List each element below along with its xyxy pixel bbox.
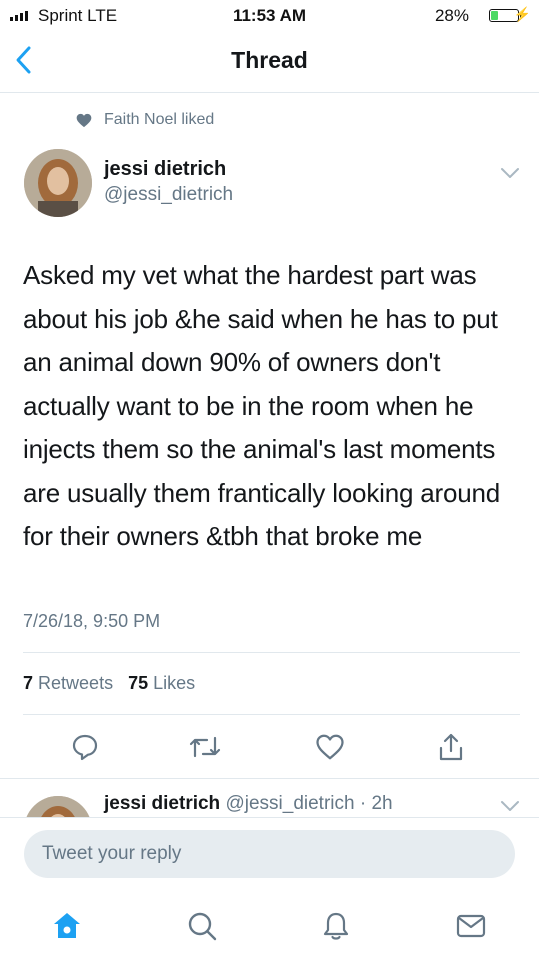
retweet-label: Retweets bbox=[38, 673, 114, 693]
tab-home[interactable] bbox=[49, 908, 85, 944]
share-icon bbox=[439, 733, 463, 761]
charging-icon: ⚡ bbox=[513, 6, 531, 22]
like-button[interactable] bbox=[312, 729, 348, 765]
chevron-down-icon[interactable] bbox=[500, 166, 520, 180]
home-icon bbox=[54, 913, 80, 938]
heart-icon bbox=[76, 113, 92, 128]
divider bbox=[23, 652, 520, 653]
status-bar: Sprint LTE 11:53 AM 28% ⚡ bbox=[0, 0, 539, 30]
author-handle[interactable]: @jessi_dietrich bbox=[104, 184, 233, 206]
page-title: Thread bbox=[231, 47, 308, 73]
retweet-icon bbox=[189, 736, 221, 758]
like-label: Likes bbox=[153, 673, 196, 693]
like-icon bbox=[316, 734, 344, 760]
next-author-meta: @jessi_dietrich · 2h bbox=[225, 793, 393, 814]
notifications-icon bbox=[323, 912, 349, 940]
chevron-down-icon[interactable] bbox=[500, 799, 520, 813]
next-author-name: jessi dietrich bbox=[104, 793, 221, 814]
tweet-text: Asked my vet what the hardest part was a… bbox=[23, 260, 500, 551]
bottom-bar: Tweet your reply bbox=[0, 817, 539, 961]
avatar[interactable] bbox=[24, 149, 92, 217]
author-name[interactable]: jessi dietrich bbox=[104, 158, 226, 181]
tab-messages[interactable] bbox=[453, 908, 489, 944]
like-count: 75 bbox=[128, 673, 149, 693]
reply-input[interactable]: Tweet your reply bbox=[24, 830, 515, 878]
messages-icon bbox=[456, 914, 486, 938]
social-context[interactable]: Faith Noel liked bbox=[104, 111, 214, 129]
next-tweet-header[interactable]: jessi dietrich @jessi_dietrich · 2h bbox=[104, 793, 393, 815]
likes-link[interactable]: 75 Likes bbox=[128, 673, 195, 693]
nav-bar: Thread bbox=[0, 30, 539, 93]
divider bbox=[0, 778, 539, 779]
share-button[interactable] bbox=[433, 729, 469, 765]
tweet-timestamp: 7/26/18, 9:50 PM bbox=[23, 611, 161, 631]
reply-icon bbox=[72, 734, 98, 761]
search-icon bbox=[188, 912, 217, 941]
reply-button[interactable] bbox=[67, 729, 103, 765]
retweet-count: 7 bbox=[23, 673, 34, 693]
retweets-link[interactable]: 7 Retweets bbox=[23, 673, 113, 693]
tab-notifications[interactable] bbox=[318, 908, 354, 944]
retweet-button[interactable] bbox=[187, 729, 223, 765]
divider bbox=[23, 714, 520, 715]
tab-search[interactable] bbox=[184, 908, 220, 944]
tweet-stats: 7 Retweets 75 Likes bbox=[23, 673, 195, 694]
battery-percent: 28% bbox=[434, 6, 469, 25]
